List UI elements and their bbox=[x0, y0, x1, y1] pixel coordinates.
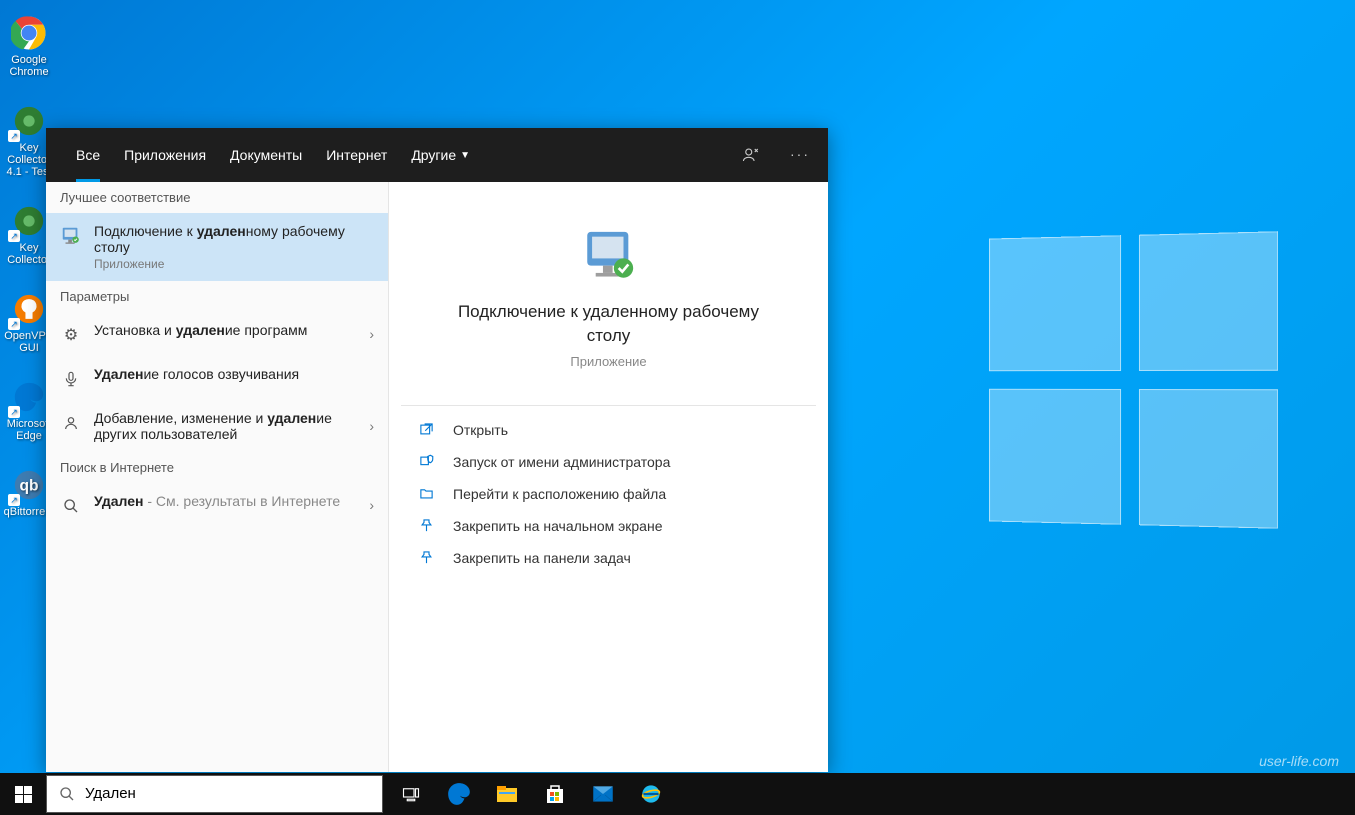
chevron-down-icon: ▼ bbox=[460, 150, 470, 161]
mic-icon bbox=[60, 368, 82, 390]
watermark: user-life.com bbox=[1259, 753, 1339, 769]
result-subtitle: Приложение bbox=[94, 257, 374, 271]
result-title: Добавление, изменение и удаление других … bbox=[94, 410, 357, 442]
preview-type: Приложение bbox=[441, 354, 776, 369]
result-param-0[interactable]: ⚙ Установка и удаление программ › bbox=[46, 312, 388, 356]
taskbar bbox=[0, 773, 1355, 815]
result-param-1[interactable]: Удаление голосов озвучивания bbox=[46, 356, 388, 400]
taskview-button[interactable] bbox=[387, 773, 435, 815]
remote-desktop-icon bbox=[579, 226, 639, 286]
pin-icon bbox=[419, 550, 437, 565]
taskbar-explorer[interactable] bbox=[483, 773, 531, 815]
taskbar-search[interactable] bbox=[46, 775, 383, 813]
search-icon bbox=[60, 495, 82, 517]
result-web[interactable]: Удален - См. результаты в Интернете › bbox=[46, 483, 388, 527]
chevron-right-icon: › bbox=[369, 497, 374, 513]
tab-internet[interactable]: Интернет bbox=[314, 128, 399, 182]
action-open[interactable]: Открыть bbox=[401, 414, 816, 446]
preview-title: Подключение к удаленному рабочему столу bbox=[441, 300, 776, 348]
pin-icon bbox=[419, 518, 437, 533]
action-pin-start[interactable]: Закрепить на начальном экране bbox=[401, 510, 816, 542]
result-title: Подключение к удаленному рабочему столу bbox=[94, 223, 374, 255]
action-label: Открыть bbox=[453, 422, 508, 438]
taskbar-ie[interactable] bbox=[627, 773, 675, 815]
section-best-match: Лучшее соответствие bbox=[46, 182, 388, 213]
tab-documents[interactable]: Документы bbox=[218, 128, 314, 182]
taskbar-mail[interactable] bbox=[579, 773, 627, 815]
chevron-right-icon: › bbox=[369, 418, 374, 434]
more-icon[interactable]: ··· bbox=[790, 146, 810, 164]
tab-other[interactable]: Другие▼ bbox=[399, 128, 482, 182]
tab-all[interactable]: Все bbox=[64, 128, 112, 182]
windows-icon bbox=[15, 786, 32, 803]
wallpaper-windows-logo bbox=[989, 231, 1278, 529]
start-button[interactable] bbox=[0, 773, 46, 815]
svg-text:qb: qb bbox=[19, 478, 38, 495]
taskbar-edge[interactable] bbox=[435, 773, 483, 815]
person-icon bbox=[60, 412, 82, 434]
taskbar-search-input[interactable] bbox=[85, 785, 284, 802]
action-label: Запуск от имени администратора bbox=[453, 454, 670, 470]
result-title: Удаление голосов озвучивания bbox=[94, 366, 374, 382]
desktop-icon-chrome[interactable]: Google Chrome bbox=[6, 14, 52, 78]
result-param-2[interactable]: Добавление, изменение и удаление других … bbox=[46, 400, 388, 452]
action-admin[interactable]: Запуск от имени администратора bbox=[401, 446, 816, 478]
action-label: Перейти к расположению файла bbox=[453, 486, 666, 502]
action-label: Закрепить на начальном экране bbox=[453, 518, 663, 534]
tab-apps[interactable]: Приложения bbox=[112, 128, 218, 182]
folder-icon bbox=[419, 486, 437, 501]
result-title: Удален - См. результаты в Интернете bbox=[94, 493, 357, 509]
section-parameters: Параметры bbox=[46, 281, 388, 312]
open-icon bbox=[419, 422, 437, 437]
search-results-list: Лучшее соответствие Подключение к удален… bbox=[46, 182, 388, 772]
taskbar-store[interactable] bbox=[531, 773, 579, 815]
action-location[interactable]: Перейти к расположению файла bbox=[401, 478, 816, 510]
search-panel: Все Приложения Документы Интернет Другие… bbox=[46, 128, 828, 772]
search-tabs: Все Приложения Документы Интернет Другие… bbox=[46, 128, 828, 182]
action-label: Закрепить на панели задач bbox=[453, 550, 631, 566]
gear-icon: ⚙ bbox=[60, 324, 82, 346]
remote-desktop-icon bbox=[60, 225, 82, 247]
feedback-icon[interactable] bbox=[742, 146, 760, 164]
desktop-icon-label: Google Chrome bbox=[6, 54, 52, 78]
section-web: Поиск в Интернете bbox=[46, 452, 388, 483]
preview-actions: Открыть Запуск от имени администратора П… bbox=[401, 405, 816, 582]
result-title: Установка и удаление программ bbox=[94, 322, 357, 338]
chevron-right-icon: › bbox=[369, 326, 374, 342]
search-icon bbox=[59, 786, 75, 802]
result-best-match[interactable]: Подключение к удаленному рабочему столу … bbox=[46, 213, 388, 281]
shield-icon bbox=[419, 454, 437, 469]
search-preview: Подключение к удаленному рабочему столу … bbox=[388, 182, 828, 772]
action-pin-taskbar[interactable]: Закрепить на панели задач bbox=[401, 542, 816, 574]
